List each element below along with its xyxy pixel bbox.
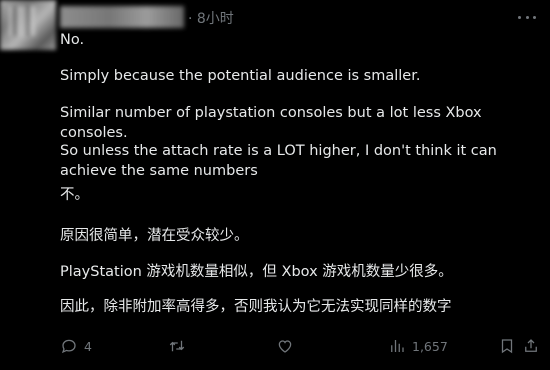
like-button[interactable] bbox=[276, 334, 300, 358]
retweet-button[interactable] bbox=[168, 334, 192, 358]
reply-count: 4 bbox=[84, 338, 92, 354]
share-button[interactable] bbox=[522, 334, 540, 358]
post: · 8小时 No. Simply because the potential a… bbox=[0, 0, 550, 370]
views-button[interactable]: 1,657 bbox=[388, 334, 448, 358]
post-text-line: 因此，除非附加率高得多，否则我认为它无法实现同样的数字 bbox=[60, 299, 452, 315]
post-text-line: PlayStation 游戏机数量相似，但 Xbox 游戏机数量少很多。 bbox=[60, 264, 453, 280]
bookmark-button[interactable] bbox=[498, 334, 516, 358]
retweet-icon bbox=[169, 340, 185, 352]
author-name[interactable] bbox=[60, 6, 184, 28]
post-text-line: Simply because the potential audience is… bbox=[60, 68, 421, 84]
post-text-line: No. bbox=[60, 32, 85, 48]
post-text-line: 不。 bbox=[60, 187, 89, 203]
reply-icon bbox=[61, 339, 76, 354]
views-count: 1,657 bbox=[412, 338, 448, 354]
bookmark-icon bbox=[501, 339, 513, 354]
share-icon bbox=[525, 339, 537, 352]
post-timestamp[interactable]: · 8小时 bbox=[188, 8, 234, 28]
reply-button[interactable]: 4 bbox=[60, 334, 92, 358]
avatar[interactable] bbox=[0, 0, 56, 50]
more-options-icon[interactable] bbox=[518, 10, 536, 24]
action-bar: 4 1,657 bbox=[60, 334, 537, 358]
like-icon bbox=[278, 340, 292, 353]
post-text-line: So unless the attach rate is a LOT highe… bbox=[60, 143, 502, 179]
views-icon bbox=[391, 340, 404, 352]
post-text-line: 原因很简单，潜在受众较少。 bbox=[60, 228, 249, 244]
post-text-line: Similar number of playstation consoles b… bbox=[60, 105, 487, 141]
